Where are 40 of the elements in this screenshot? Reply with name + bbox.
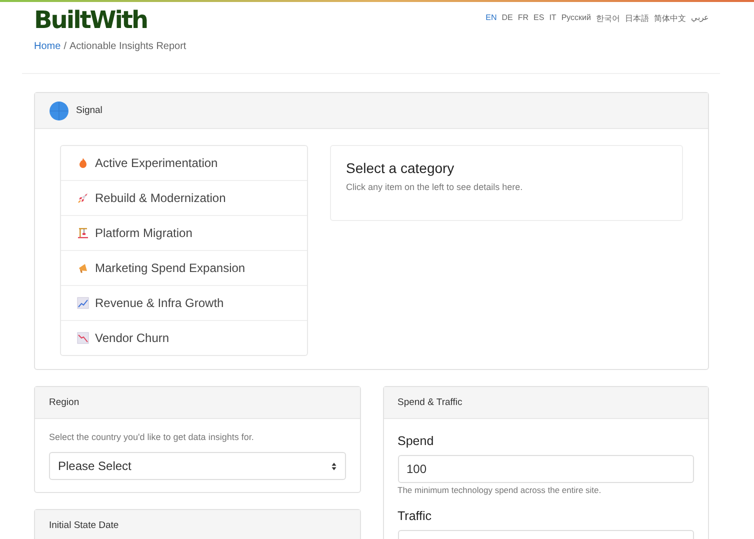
traffic-label: Traffic — [398, 509, 433, 523]
spend-input[interactable]: 100 — [398, 455, 694, 483]
globe-icon — [49, 100, 69, 120]
flame-icon — [77, 157, 89, 169]
language-link[interactable]: 한국어 — [596, 13, 620, 61]
rocket-icon — [77, 192, 89, 204]
region-hint: Select the country you'd like to get data insights for. — [49, 432, 255, 442]
crane-icon — [77, 227, 89, 239]
language-link[interactable]: Русский — [561, 13, 591, 61]
megaphone-icon — [77, 262, 89, 274]
language-link[interactable]: 日本語 — [625, 13, 649, 61]
falling-chart-icon — [77, 332, 89, 344]
signal-item[interactable]: Marketing Spend Expansion — [61, 250, 307, 285]
breadcrumb-separator: / — [64, 41, 66, 52]
home-link[interactable]: Home — [34, 41, 61, 52]
detail-title: Select a category — [346, 160, 456, 176]
language-link[interactable]: 简体中文 — [654, 13, 686, 61]
language-link[interactable]: IT — [549, 13, 556, 61]
spend-help: The minimum technology spend across the entire site. — [398, 485, 602, 495]
language-link[interactable]: عربي — [691, 13, 709, 61]
signal-item[interactable]: Vendor Churn — [61, 320, 307, 355]
breadcrumb-current: Actionable Insights Report — [69, 41, 186, 52]
signal-item[interactable]: Platform Migration — [61, 215, 307, 250]
card-title: Initial State Date — [49, 520, 119, 531]
language-link[interactable]: FR — [518, 13, 529, 61]
signal-item[interactable]: Active Experimentation — [61, 146, 307, 180]
logo[interactable]: BuiltWith — [34, 5, 186, 35]
language-link[interactable]: ES — [534, 13, 544, 61]
language-link[interactable]: EN — [486, 13, 497, 61]
rising-chart-icon — [77, 297, 89, 309]
card-title: Spend & Traffic — [398, 397, 462, 408]
signal-item[interactable]: Rebuild & Modernization — [61, 180, 307, 215]
card-title: Region — [49, 397, 80, 408]
up-down-arrows-icon — [330, 462, 336, 470]
spend-label: Spend — [398, 434, 435, 448]
country-select[interactable]: Please Select — [49, 452, 346, 480]
signal-item[interactable]: Revenue & Infra Growth — [61, 285, 307, 320]
card-title: Signal — [76, 105, 102, 116]
language-link[interactable]: DE — [502, 13, 513, 61]
detail-text: Click any item on the left to see details here. — [346, 182, 524, 192]
